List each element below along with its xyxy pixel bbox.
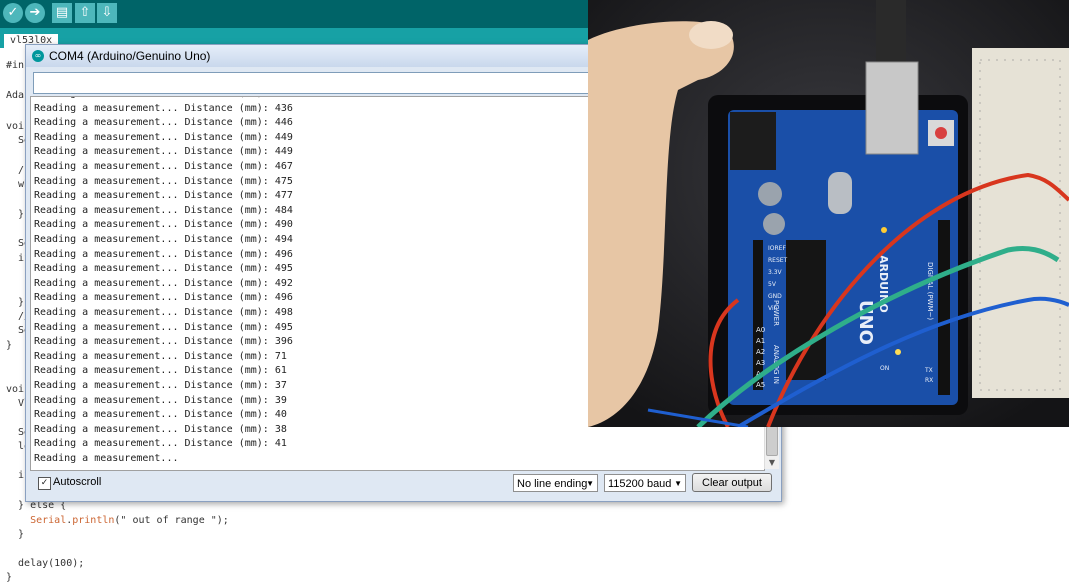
- serial-output-line: Reading a measurement... Distance (mm): …: [34, 190, 293, 202]
- serial-output-line: Reading a measurement... Distance (mm): …: [34, 380, 287, 391]
- crystal: [828, 172, 852, 214]
- scroll-down-icon[interactable]: ▼: [765, 457, 779, 469]
- baud-rate-value: 115200 baud: [608, 478, 672, 490]
- line-ending-select[interactable]: No line ending ▼: [513, 474, 598, 492]
- code-line: }: [6, 209, 25, 220]
- code-line: }: [6, 572, 13, 583]
- new-file-icon[interactable]: ▤: [52, 3, 72, 23]
- serial-output-line: Reading a measurement... Distance (mm): …: [34, 321, 293, 333]
- scroll-thumb[interactable]: [766, 426, 778, 456]
- verify-icon[interactable]: ✓: [3, 3, 23, 23]
- thumbnail: [689, 21, 733, 49]
- serial-output-line: Reading a measurement... Distance (mm): …: [34, 161, 293, 172]
- code-line: }: [6, 340, 13, 351]
- serial-bottom-bar: ✓ Autoscroll No line ending ▼ 115200 bau…: [26, 471, 781, 501]
- serial-output-line: Reading a measurement... Distance (mm): …: [34, 117, 293, 129]
- rx-label: RX: [925, 377, 933, 384]
- code-line: Serial.println(" out of range ");: [30, 515, 229, 526]
- upload-icon[interactable]: ➔: [25, 3, 45, 23]
- serial-output-line: Reading a measurement... Distance (mm): …: [34, 307, 293, 318]
- code-line: /: [6, 165, 25, 176]
- serial-output-line: Reading a measurement... Distance (mm): …: [34, 277, 293, 289]
- serial-output-line: Reading a measurement... Distance (mm): …: [34, 409, 287, 421]
- line-ending-value: No line ending: [517, 478, 588, 490]
- arduino-icon: ∞: [32, 50, 44, 62]
- chevron-down-icon: ▼: [586, 479, 594, 488]
- autoscroll-checkbox[interactable]: ✓: [38, 477, 51, 490]
- code-line: voi: [6, 121, 25, 132]
- on-led: [895, 349, 901, 355]
- board-illustration: IOREF RESET 3.3V 5V GND Vin A0 A1 A2 A3 …: [588, 0, 1069, 427]
- a0-label: A0: [756, 326, 765, 334]
- serial-output-line: Reading a measurement... Distance (mm): …: [34, 292, 293, 304]
- serial-output-line: Reading a measurement... Distance (mm): …: [34, 97, 293, 99]
- a2-label: A2: [756, 348, 765, 356]
- ide-toolbar: ✓ ➔ ▤ ⇧ ⇩: [0, 0, 600, 28]
- serial-output-line: Reading a measurement... Distance (mm): …: [34, 365, 287, 377]
- capacitor: [763, 213, 785, 235]
- serial-output-line: Reading a measurement... Distance (mm): …: [34, 131, 293, 143]
- serial-output-line: Reading a measurement... Distance (mm): …: [34, 423, 287, 435]
- power-label: POWER: [772, 300, 780, 326]
- autoscroll-label: Autoscroll: [53, 476, 102, 488]
- a1-label: A1: [756, 337, 765, 345]
- code-line: voi: [6, 384, 25, 395]
- digital-label: DIGITAL (PWM~): [926, 262, 934, 320]
- arduino-board-photo: IOREF RESET 3.3V 5V GND Vin A0 A1 A2 A3 …: [588, 0, 1069, 427]
- code-line: }: [6, 529, 25, 540]
- code-line: delay(100);: [6, 558, 85, 569]
- open-file-icon[interactable]: ⇧: [75, 3, 95, 23]
- atmega-chip: [786, 240, 826, 380]
- a3-label: A3: [756, 359, 765, 367]
- serial-output-line: Reading a measurement... Distance (mm): …: [34, 204, 293, 216]
- on-label: ON: [880, 365, 889, 372]
- serial-output-line: Reading a measurement... Distance (mm): …: [34, 394, 287, 406]
- a5-label: A5: [756, 381, 765, 389]
- tx-label: TX: [924, 367, 933, 374]
- reset-label: RESET: [768, 257, 788, 264]
- serial-output-line: Reading a measurement... Distance (mm): …: [34, 263, 293, 275]
- 5v-label: 5V: [768, 281, 777, 288]
- serial-output-line: Reading a measurement...: [34, 453, 179, 464]
- serial-output-line: Reading a measurement... Distance (mm): …: [34, 350, 287, 362]
- serial-window-title: COM4 (Arduino/Genuino Uno): [49, 49, 211, 63]
- code-line: }: [6, 297, 25, 308]
- power-jack: [730, 112, 776, 170]
- serial-output-line: Reading a measurement... Distance (mm): …: [34, 336, 293, 348]
- save-file-icon[interactable]: ⇩: [97, 3, 117, 23]
- serial-output-line: Reading a measurement... Distance (mm): …: [34, 438, 287, 450]
- digital-header: [938, 220, 950, 395]
- serial-output-line: Reading a measurement... Distance (mm): …: [34, 175, 293, 187]
- clear-output-button[interactable]: Clear output: [692, 473, 772, 492]
- 3v3-label: 3.3V: [768, 269, 783, 276]
- chevron-down-icon: ▼: [674, 479, 682, 488]
- baud-rate-select[interactable]: 115200 baud ▼: [604, 474, 686, 492]
- power-header: [753, 240, 763, 390]
- serial-output-line: Reading a measurement... Distance (mm): …: [34, 146, 293, 158]
- usb-cable: [876, 0, 906, 70]
- serial-output-line: Reading a measurement... Distance (mm): …: [34, 219, 293, 231]
- serial-send-input[interactable]: [33, 72, 599, 94]
- gnd-label: GND: [768, 293, 782, 300]
- ioref-label: IOREF: [768, 245, 786, 252]
- capacitor: [758, 182, 782, 206]
- usb-connector: [865, 61, 919, 155]
- serial-output-line: Reading a measurement... Distance (mm): …: [34, 234, 293, 245]
- breadboard: [972, 48, 1069, 398]
- serial-output-line: Reading a measurement... Distance (mm): …: [34, 248, 293, 260]
- serial-output-line: Reading a measurement... Distance (mm): …: [34, 102, 293, 114]
- led: [881, 227, 887, 233]
